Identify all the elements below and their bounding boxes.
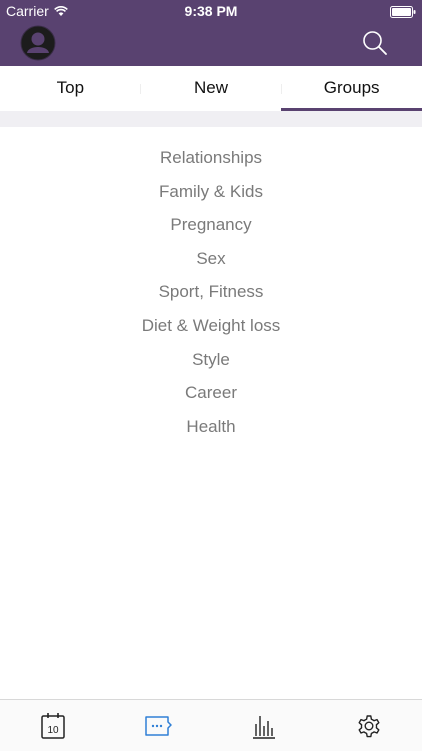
group-item-diet-weight-loss[interactable]: Diet & Weight loss <box>0 316 422 350</box>
status-time: 9:38 PM <box>0 3 422 19</box>
calendar-day-label: 10 <box>47 725 59 736</box>
tabbar-item-settings[interactable] <box>317 700 422 751</box>
chat-icon <box>144 715 172 737</box>
section-divider <box>0 111 422 127</box>
bottom-tab-bar: 10 <box>0 699 422 751</box>
tab-top[interactable]: Top <box>0 66 141 111</box>
group-item-sex[interactable]: Sex <box>0 249 422 283</box>
group-item-sport-fitness[interactable]: Sport, Fitness <box>0 282 422 316</box>
group-item-health[interactable]: Health <box>0 417 422 451</box>
tab-groups[interactable]: Groups <box>281 66 422 111</box>
stats-icon <box>250 712 278 740</box>
calendar-icon: 10 <box>40 712 66 740</box>
search-icon[interactable] <box>362 30 388 56</box>
groups-list: Relationships Family & Kids Pregnancy Se… <box>0 148 422 450</box>
tabbar-item-stats[interactable] <box>211 700 317 751</box>
battery-icon <box>390 5 416 21</box>
group-item-pregnancy[interactable]: Pregnancy <box>0 215 422 249</box>
group-item-style[interactable]: Style <box>0 350 422 384</box>
group-item-career[interactable]: Career <box>0 383 422 417</box>
app-header: Carrier 9:38 PM <box>0 0 422 66</box>
tab-separator <box>140 84 141 94</box>
tab-separator <box>281 84 282 94</box>
tab-new[interactable]: New <box>141 66 282 111</box>
segment-tabs: Top New Groups <box>0 66 422 111</box>
tabbar-item-chat[interactable] <box>106 700 212 751</box>
status-bar: Carrier 9:38 PM <box>0 0 422 22</box>
user-avatar-icon[interactable] <box>20 25 56 61</box>
tabbar-item-calendar[interactable]: 10 <box>0 700 106 751</box>
gear-icon <box>355 712 383 740</box>
group-item-family-kids[interactable]: Family & Kids <box>0 182 422 216</box>
group-item-relationships[interactable]: Relationships <box>0 148 422 182</box>
